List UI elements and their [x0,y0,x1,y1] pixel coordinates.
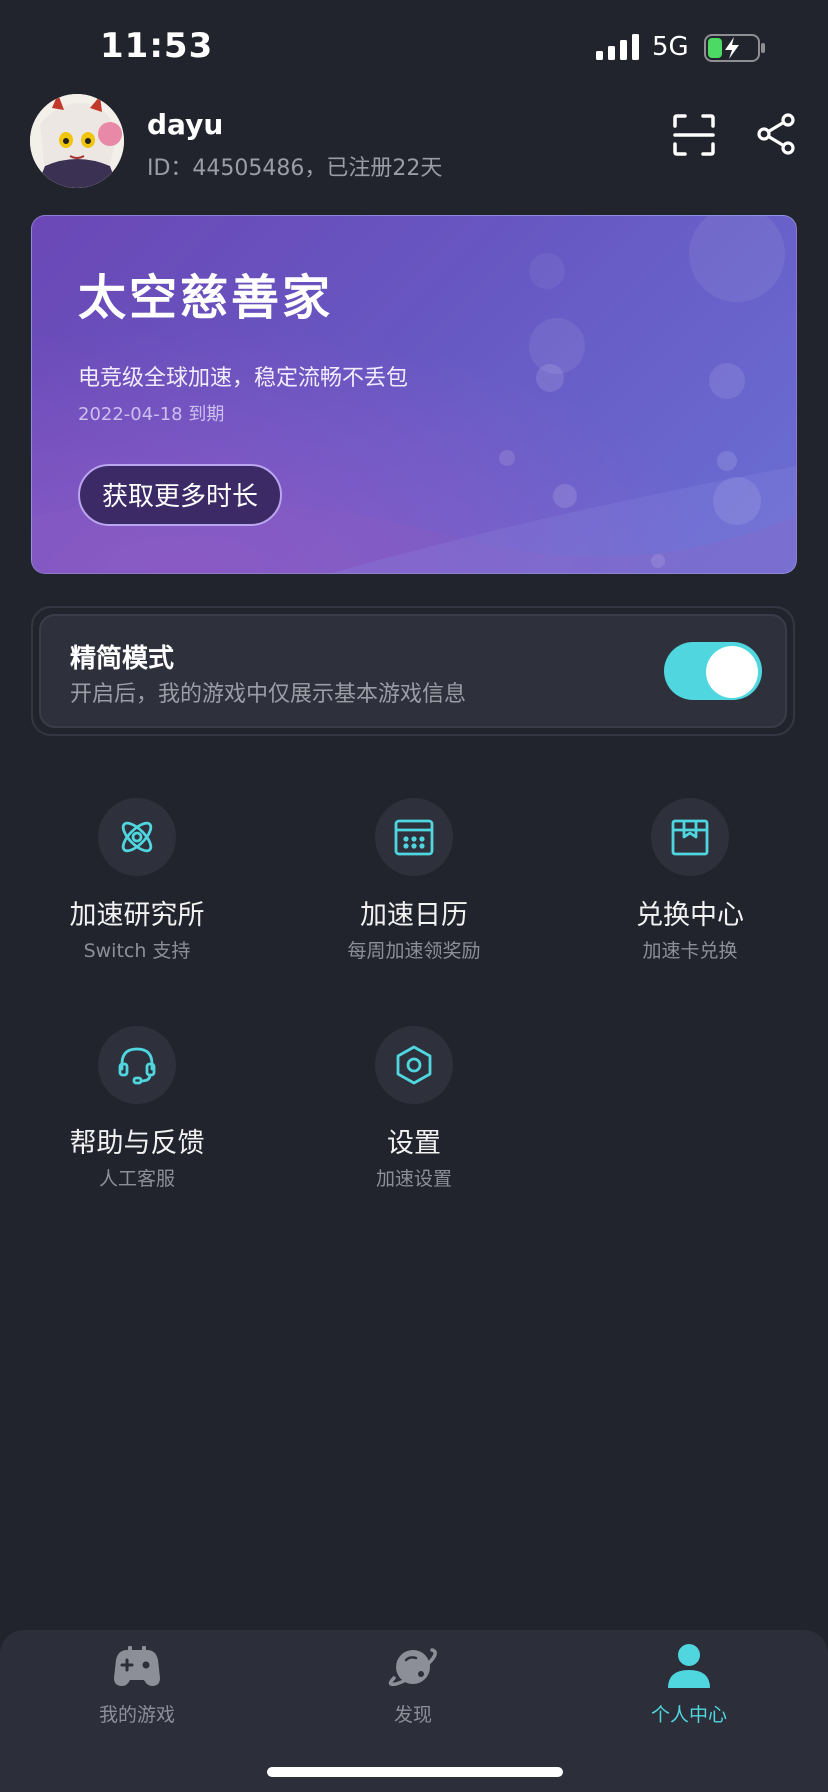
user-id-info: ID：44505486，已注册22天 [147,156,443,181]
status-time: 11:53 [100,26,214,66]
simple-mode-title: 精简模式 [70,644,175,674]
feature-subtitle-research-lab: Switch 支持 [83,940,191,962]
avatar[interactable] [30,94,124,188]
help-feedback-button[interactable] [98,1026,176,1104]
user-icon[interactable] [664,1642,714,1688]
feature-title-help-feedback[interactable]: 帮助与反馈 [17,1121,257,1160]
gamepad-icon[interactable] [112,1644,162,1690]
nav-label-my-games[interactable]: 我的游戏 [37,1700,237,1727]
feature-title-research-lab[interactable]: 加速研究所 [17,893,257,932]
feature-subtitle-help-feedback: 人工客服 [98,1168,175,1190]
settings-hex-icon [396,1045,432,1085]
share-icon[interactable] [756,113,796,155]
nav-label-personal-center[interactable]: 个人中心 [589,1700,789,1727]
feature-title-redeem-center[interactable]: 兑换中心 [570,893,810,932]
membership-expire-date: 2022-04-18 到期 [78,404,225,425]
membership-card: 太空慈善家 电竞级全球加速，稳定流畅不丢包 2022-04-18 到期 获取更多… [31,215,797,574]
nav-label-discover[interactable]: 发现 [313,1700,513,1727]
toggle-knob [706,646,758,698]
settings-button[interactable] [375,1026,453,1104]
feature-subtitle-redeem-center: 加速卡兑换 [642,940,738,962]
scan-icon[interactable] [672,113,716,157]
feature-subtitle-speed-calendar: 每周加速领奖励 [347,940,481,962]
planet-icon[interactable] [388,1644,438,1690]
headset-icon [118,1047,156,1085]
membership-subtitle: 电竞级全球加速，稳定流畅不丢包 [78,366,409,391]
network-type: 5G [652,32,689,62]
feature-subtitle-settings: 加速设置 [375,1168,452,1190]
battery-charging-icon [704,34,765,62]
gift-box-icon [671,819,709,856]
home-indicator[interactable] [267,1767,563,1777]
atom-icon [121,821,153,853]
research-lab-button[interactable] [98,798,176,876]
feature-title-settings[interactable]: 设置 [294,1121,534,1160]
simple-mode-description: 开启后，我的游戏中仅展示基本游戏信息 [70,682,467,707]
calendar-icon [394,819,434,856]
speed-calendar-button[interactable] [375,798,453,876]
membership-title: 太空慈善家 [78,270,334,326]
get-more-time-button[interactable]: 获取更多时长 [78,464,282,526]
avatar-image [30,94,124,188]
redeem-center-button[interactable] [651,798,729,876]
feature-title-speed-calendar[interactable]: 加速日历 [294,893,534,932]
signal-icon [596,34,639,60]
username: dayu [147,108,224,141]
